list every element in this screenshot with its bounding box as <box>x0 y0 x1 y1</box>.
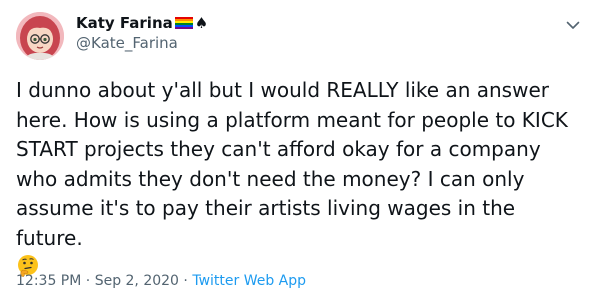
avatar-illustration <box>16 12 64 60</box>
user-handle[interactable]: @Kate_Farina <box>76 33 208 53</box>
spade-icon: ♠ <box>194 14 209 32</box>
tweet-date: Sep 2, 2020 <box>94 273 179 289</box>
meta-separator: · <box>81 273 95 289</box>
rainbow-flag-icon <box>174 17 193 29</box>
user-info: Katy Farina ♠ @Kate_Farina <box>76 13 208 53</box>
tweet-text-body: I dunno about y'all but I would REALLY l… <box>16 78 575 250</box>
tweet-source-link[interactable]: Twitter Web App <box>192 273 306 289</box>
display-name-text: Katy Farina <box>76 14 173 32</box>
meta-separator: · <box>178 273 193 289</box>
avatar[interactable] <box>16 12 64 60</box>
display-name[interactable]: Katy Farina ♠ <box>76 13 208 33</box>
tweet-meta: 12:35 PM · Sep 2, 2020 · Twitter Web App <box>16 272 306 290</box>
chevron-down-icon[interactable] <box>564 16 582 34</box>
tweet-time-text: 12:35 PM <box>16 273 82 289</box>
tweet-time[interactable]: 12:35 PM · Sep 2, 2020 <box>16 273 179 289</box>
tweet: Katy Farina ♠ @Kate_Farina I dunno about… <box>0 0 598 300</box>
tweet-text: I dunno about y'all but I would REALLY l… <box>16 76 582 283</box>
